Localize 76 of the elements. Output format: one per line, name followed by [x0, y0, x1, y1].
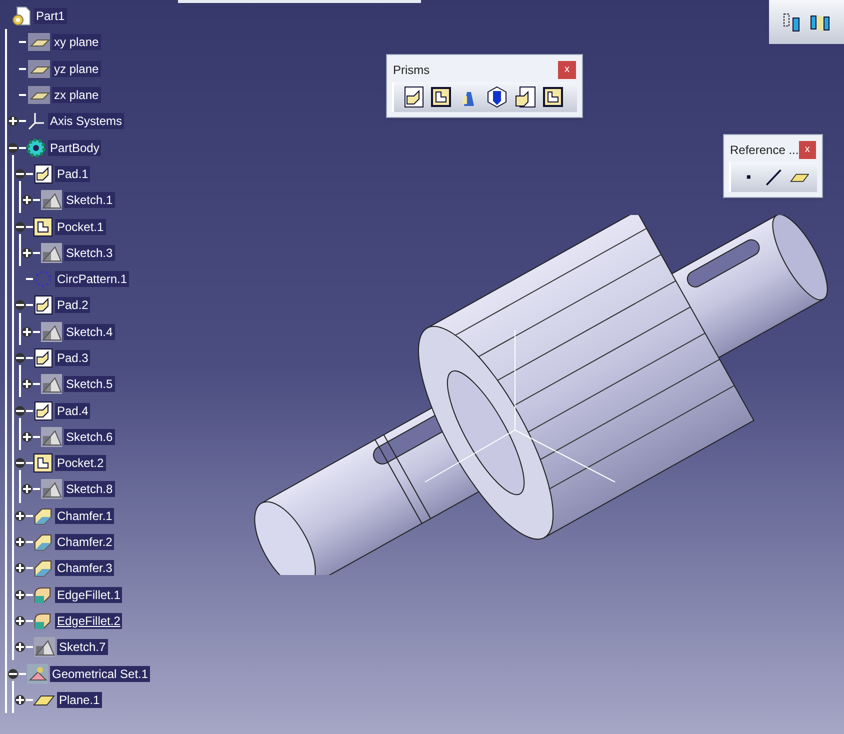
expand-toggle[interactable] [15, 642, 25, 652]
tree-item-label[interactable]: Part1 [34, 8, 67, 24]
tree-item-label[interactable]: Sketch.5 [64, 376, 115, 392]
pocket-icon[interactable] [430, 86, 452, 108]
expand-toggle[interactable] [22, 248, 32, 258]
expand-toggle[interactable] [22, 432, 32, 442]
sketch-icon [40, 374, 62, 394]
pad-icon[interactable] [402, 86, 424, 108]
axis-icon [26, 111, 46, 132]
gear-icon [26, 138, 46, 158]
expand-toggle[interactable] [15, 510, 25, 521]
tree-item-label[interactable]: PartBody [48, 140, 102, 156]
tree-item-label[interactable]: Chamfer.2 [55, 534, 114, 550]
close-button[interactable]: x [798, 141, 816, 159]
chamfer-icon [33, 506, 53, 526]
chamfer-icon [33, 558, 53, 578]
tree-item-label[interactable]: EdgeFillet.1 [55, 586, 122, 603]
plane-icon [26, 32, 50, 52]
expand-toggle[interactable] [15, 537, 25, 548]
expand-toggle[interactable] [22, 326, 32, 337]
tree-item-label[interactable]: EdgeFillet.2 [55, 612, 122, 629]
plane-icon [26, 58, 50, 79]
fillet-icon [33, 610, 53, 631]
plane-icon [26, 85, 50, 106]
expand-toggle[interactable] [22, 195, 32, 206]
tree-item-label[interactable]: Pad.2 [55, 297, 90, 314]
tree-item-label[interactable]: Plane.1 [57, 692, 102, 708]
tree-item-label[interactable]: Sketch.7 [57, 639, 108, 656]
collapse-toggle[interactable] [15, 222, 25, 232]
expand-toggle[interactable] [15, 616, 25, 626]
toolbar-title: Prisms [393, 62, 430, 79]
tree-item-label[interactable]: Chamfer.3 [55, 560, 114, 576]
tree-item-label[interactable]: Sketch.3 [64, 244, 115, 261]
sketch-icon [40, 426, 62, 447]
sketch-icon [40, 322, 62, 342]
tree-item-label[interactable]: Pad.4 [55, 402, 90, 419]
tree-item-label[interactable]: Pocket.1 [55, 218, 106, 235]
tree-item-label[interactable]: zx plane [52, 87, 101, 104]
tree-item-label[interactable]: Sketch.6 [64, 428, 115, 445]
collapse-toggle[interactable] [15, 300, 25, 310]
chamfer-icon [33, 532, 53, 552]
close-button[interactable]: x [558, 61, 576, 79]
expand-toggle[interactable] [8, 116, 18, 126]
sketch-icon [40, 242, 62, 263]
tree-item-label[interactable]: Sketch.8 [64, 481, 115, 498]
toolbar-title: Reference ... [730, 142, 799, 159]
tree-item-label[interactable]: Sketch.4 [64, 324, 115, 340]
tree-item-label[interactable]: yz plane [52, 60, 101, 77]
collapse-toggle[interactable] [8, 142, 18, 153]
sketch-icon [40, 190, 62, 210]
collapse-toggle[interactable] [8, 668, 18, 679]
sketch-icon [33, 637, 55, 658]
tree-item-label[interactable]: Axis Systems [48, 113, 124, 130]
fillet-icon [33, 584, 53, 605]
tree-item-label[interactable]: Chamfer.1 [55, 508, 114, 524]
expand-toggle[interactable] [15, 694, 25, 705]
expand-toggle[interactable] [15, 590, 25, 600]
tree-item-label[interactable]: Pad.1 [55, 166, 90, 182]
collapse-toggle[interactable] [15, 458, 25, 468]
sketch-icon [40, 479, 62, 500]
plane-icon [33, 694, 55, 706]
tree-item-label[interactable]: Sketch.1 [64, 192, 115, 208]
tree-item-label[interactable]: Pocket.2 [55, 455, 106, 472]
expand-toggle[interactable] [22, 379, 32, 390]
tree-item-label[interactable]: CircPattern.1 [55, 271, 130, 288]
collapse-toggle[interactable] [15, 168, 25, 179]
tree-item-label[interactable]: Geometrical Set.1 [50, 666, 150, 682]
collapse-toggle[interactable] [15, 406, 25, 416]
collapse-toggle[interactable] [15, 353, 25, 363]
expand-toggle[interactable] [15, 563, 25, 574]
geometrical-set-icon [26, 664, 48, 684]
part-icon [12, 6, 32, 26]
tree-item-label[interactable]: Pad.3 [55, 350, 90, 366]
circular-pattern-icon [33, 269, 53, 290]
expand-toggle[interactable] [22, 484, 32, 494]
tree-item-label[interactable]: xy plane [52, 34, 101, 50]
